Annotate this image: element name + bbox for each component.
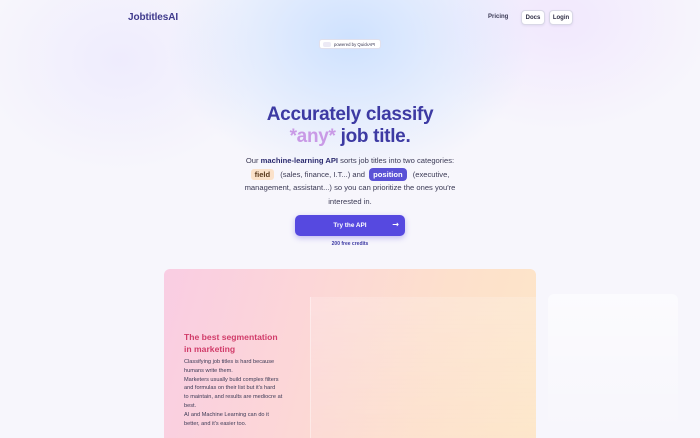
hero-title-rest: job title. bbox=[340, 126, 411, 147]
feature-card-panel bbox=[310, 297, 536, 438]
desc-field-examples: (sales, finance, I.T...) and bbox=[280, 169, 366, 179]
brand-logo[interactable]: JobtitlesAI bbox=[128, 12, 178, 23]
free-credits-note: 200 free credits bbox=[331, 241, 369, 247]
card-text-line: to maintain, and results are mediocre at bbox=[184, 394, 283, 401]
try-api-button[interactable]: Try the API → bbox=[295, 215, 405, 236]
hero-description: Our machine-learning API sorts job title… bbox=[240, 154, 460, 208]
card-text-line: Classifying job titles is hard because bbox=[184, 359, 275, 365]
powered-by-badge[interactable]: powered by QuickAPI bbox=[319, 39, 381, 49]
feature-card-text: Classifying job titles is hard because h… bbox=[184, 358, 308, 428]
hero-title: Accurately classify *any* job title. bbox=[200, 104, 500, 148]
try-api-label: Try the API bbox=[333, 222, 367, 229]
card-title-line2: in marketing bbox=[184, 344, 236, 354]
desc-mid: sorts job titles into two categories: bbox=[340, 156, 455, 165]
feature-card-title: The best segmentation in marketing bbox=[184, 331, 304, 355]
card-text-line: Marketers usually build complex filters bbox=[184, 376, 279, 383]
powered-by-label: powered by QuickAPI bbox=[334, 41, 376, 47]
card-title-line1: The best segmentation bbox=[184, 332, 278, 342]
nav-docs-button[interactable]: Docs bbox=[521, 10, 545, 25]
desc-bold: machine-learning API bbox=[260, 156, 339, 165]
nav-login-button[interactable]: Login bbox=[549, 10, 573, 25]
card-text-line: AI and Machine Learning can do it bbox=[184, 411, 269, 418]
hero-title-line2: *any* job title. bbox=[200, 126, 500, 148]
card-text-line: best. bbox=[184, 402, 197, 409]
hero-title-line1: Accurately classify bbox=[266, 104, 434, 125]
card-text-line: better, and it's easier too. bbox=[184, 420, 247, 427]
desc-prefix: Our bbox=[245, 156, 259, 165]
side-card-fade bbox=[548, 294, 678, 438]
quickapi-logo-icon bbox=[323, 41, 331, 47]
hero-title-any: *any* bbox=[289, 126, 336, 147]
card-text-line: humans write them. bbox=[184, 367, 233, 374]
nav-pricing-link[interactable]: Pricing bbox=[488, 14, 508, 20]
field-pill: field bbox=[250, 168, 275, 180]
position-pill: position bbox=[369, 167, 407, 181]
top-navigation: JobtitlesAI Pricing Docs Login bbox=[0, 0, 700, 36]
arrow-right-icon: → bbox=[392, 220, 399, 229]
card-text-line: and formulas on their list but it's hard bbox=[184, 385, 276, 392]
